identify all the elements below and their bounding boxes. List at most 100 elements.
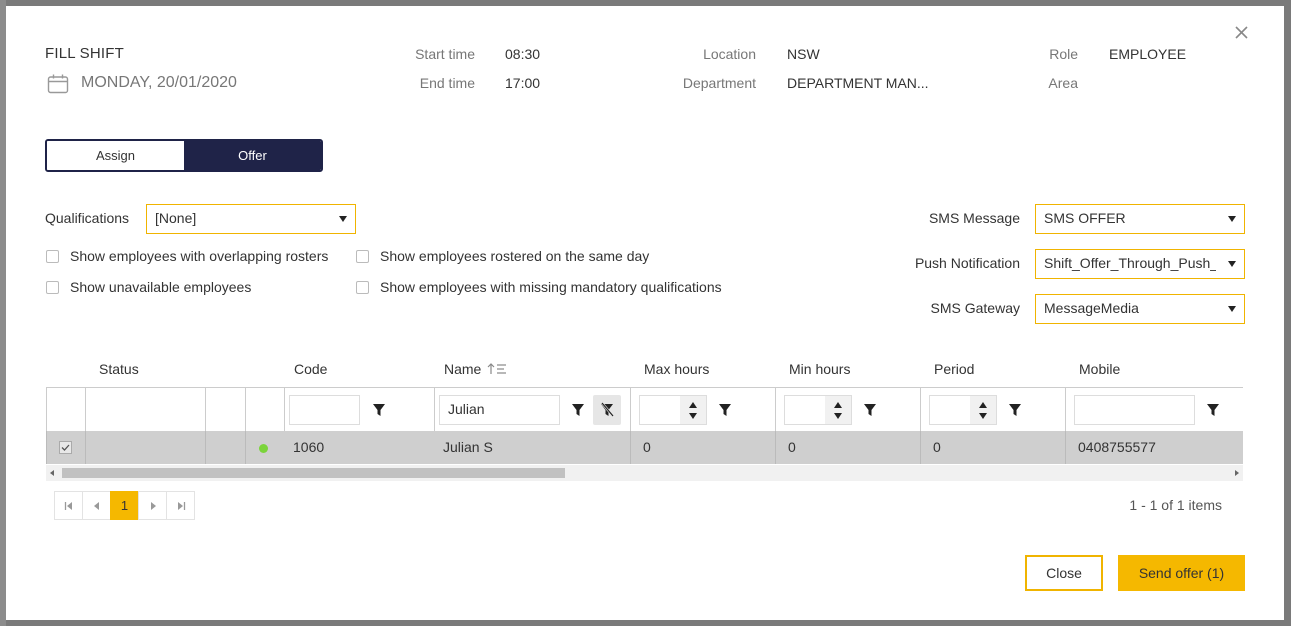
next-page-icon (150, 501, 156, 510)
min-hours-filter-input[interactable] (784, 395, 852, 425)
row-name: Julian S (443, 439, 493, 455)
period-filter-input[interactable] (929, 395, 997, 425)
filter-icon[interactable] (1206, 403, 1220, 417)
clear-filter-button[interactable] (593, 395, 621, 425)
scroll-left-icon[interactable] (50, 470, 54, 476)
column-header-mobile[interactable]: Mobile (1079, 361, 1120, 377)
next-page-button[interactable] (138, 491, 167, 520)
row-min-hours: 0 (788, 439, 796, 455)
sms-gateway-select[interactable]: MessageMedia (1035, 294, 1245, 324)
unavailable-option[interactable]: Show unavailable employees (46, 279, 251, 295)
page-1-button[interactable]: 1 (110, 491, 139, 520)
overlapping-rosters-checkbox[interactable] (46, 249, 59, 263)
qualifications-label: Qualifications (45, 210, 130, 226)
same-day-option[interactable]: Show employees rostered on the same day (356, 248, 649, 264)
push-notification-value: Shift_Offer_Through_Push_N (1044, 255, 1216, 271)
department-label: Department (682, 75, 756, 91)
overlapping-rosters-label: Show employees with overlapping rosters (70, 248, 329, 264)
decrement-icon[interactable] (834, 413, 842, 419)
filter-icon[interactable] (571, 403, 585, 417)
same-day-checkbox[interactable] (356, 249, 369, 263)
increment-icon[interactable] (689, 402, 697, 408)
unavailable-label: Show unavailable employees (70, 279, 252, 295)
row-select-checkbox[interactable] (59, 441, 72, 454)
pager-summary: 1 - 1 of 1 items (1129, 497, 1222, 513)
dialog-title: FILL SHIFT (45, 45, 124, 62)
first-page-icon (64, 501, 72, 510)
chevron-down-icon (1228, 306, 1236, 312)
end-time-label: End time (419, 75, 475, 91)
horizontal-scrollbar[interactable] (46, 465, 1243, 481)
clear-filter-icon (601, 402, 614, 417)
increment-icon[interactable] (834, 402, 842, 408)
offer-tab[interactable]: Offer (184, 141, 321, 170)
unavailable-checkbox[interactable] (46, 280, 59, 294)
decrement-icon[interactable] (689, 413, 697, 419)
previous-page-button[interactable] (82, 491, 111, 520)
chevron-down-icon (1228, 216, 1236, 222)
previous-page-icon (93, 501, 99, 510)
location-value: NSW (787, 46, 820, 62)
sms-message-value: SMS OFFER (1044, 210, 1126, 226)
shift-date: MONDAY, 20/01/2020 (81, 74, 237, 91)
row-code: 1060 (293, 439, 325, 455)
code-filter-input[interactable] (289, 395, 360, 425)
scrollbar-thumb[interactable] (62, 468, 565, 478)
role-value: EMPLOYEE (1109, 46, 1187, 62)
assign-tab[interactable]: Assign (47, 141, 184, 170)
last-page-button[interactable] (166, 491, 195, 520)
grid-filter-row: Julian (46, 387, 1243, 433)
column-header-name[interactable]: Name (444, 361, 509, 377)
send-offer-button[interactable]: Send offer (1) (1118, 555, 1245, 591)
table-row[interactable]: 1060 Julian S 0 0 0 0408755577 (46, 431, 1243, 464)
fill-shift-dialog: FILL SHIFT MONDAY, 20/01/2020 Start time… (6, 6, 1284, 620)
start-time-label: Start time (415, 46, 475, 62)
sort-ascending-icon (487, 363, 507, 374)
column-header-status[interactable]: Status (99, 361, 139, 377)
mobile-filter-input[interactable] (1074, 395, 1195, 425)
sms-message-select[interactable]: SMS OFFER (1035, 204, 1245, 234)
calendar-icon (47, 74, 69, 94)
scroll-right-icon[interactable] (1235, 470, 1239, 476)
filter-icon[interactable] (372, 403, 386, 417)
qualifications-value: [None] (155, 210, 197, 226)
area-label: Area (1048, 75, 1078, 91)
column-header-max-hours[interactable]: Max hours (644, 361, 709, 377)
push-notification-select[interactable]: Shift_Offer_Through_Push_N (1035, 249, 1245, 279)
qualifications-select[interactable]: [None] (146, 204, 356, 234)
close-button[interactable]: Close (1025, 555, 1103, 591)
available-status-dot (259, 444, 268, 453)
end-time-value: 17:00 (505, 75, 541, 91)
start-time-value: 08:30 (505, 46, 541, 62)
push-notification-label: Push Notification (914, 255, 1020, 271)
name-filter-input[interactable]: Julian (439, 395, 560, 425)
department-value: DEPARTMENT MAN... (787, 75, 929, 91)
first-page-button[interactable] (54, 491, 83, 520)
missing-quals-checkbox[interactable] (356, 280, 369, 294)
row-max-hours: 0 (643, 439, 651, 455)
close-icon[interactable] (1232, 23, 1252, 43)
column-header-code[interactable]: Code (294, 361, 327, 377)
row-mobile: 0408755577 (1078, 439, 1156, 455)
check-icon (61, 444, 70, 451)
overlapping-rosters-option[interactable]: Show employees with overlapping rosters (46, 248, 328, 264)
filter-icon[interactable] (718, 403, 732, 417)
chevron-down-icon (1228, 261, 1236, 267)
filter-icon[interactable] (1008, 403, 1022, 417)
chevron-down-icon (339, 216, 347, 222)
max-hours-filter-input[interactable] (639, 395, 707, 425)
sms-gateway-value: MessageMedia (1044, 300, 1139, 316)
location-label: Location (703, 46, 756, 62)
decrement-icon[interactable] (979, 413, 987, 419)
increment-icon[interactable] (979, 402, 987, 408)
column-header-min-hours[interactable]: Min hours (789, 361, 850, 377)
same-day-label: Show employees rostered on the same day (380, 248, 650, 264)
column-header-period[interactable]: Period (934, 361, 974, 377)
role-label: Role (1049, 46, 1078, 62)
sms-message-label: SMS Message (928, 210, 1020, 226)
column-header-name-label: Name (444, 361, 482, 377)
filter-icon[interactable] (863, 403, 877, 417)
last-page-icon (177, 501, 185, 510)
assign-offer-toggle: Assign Offer (45, 139, 323, 172)
missing-quals-option[interactable]: Show employees with missing mandatory qu… (356, 279, 722, 295)
